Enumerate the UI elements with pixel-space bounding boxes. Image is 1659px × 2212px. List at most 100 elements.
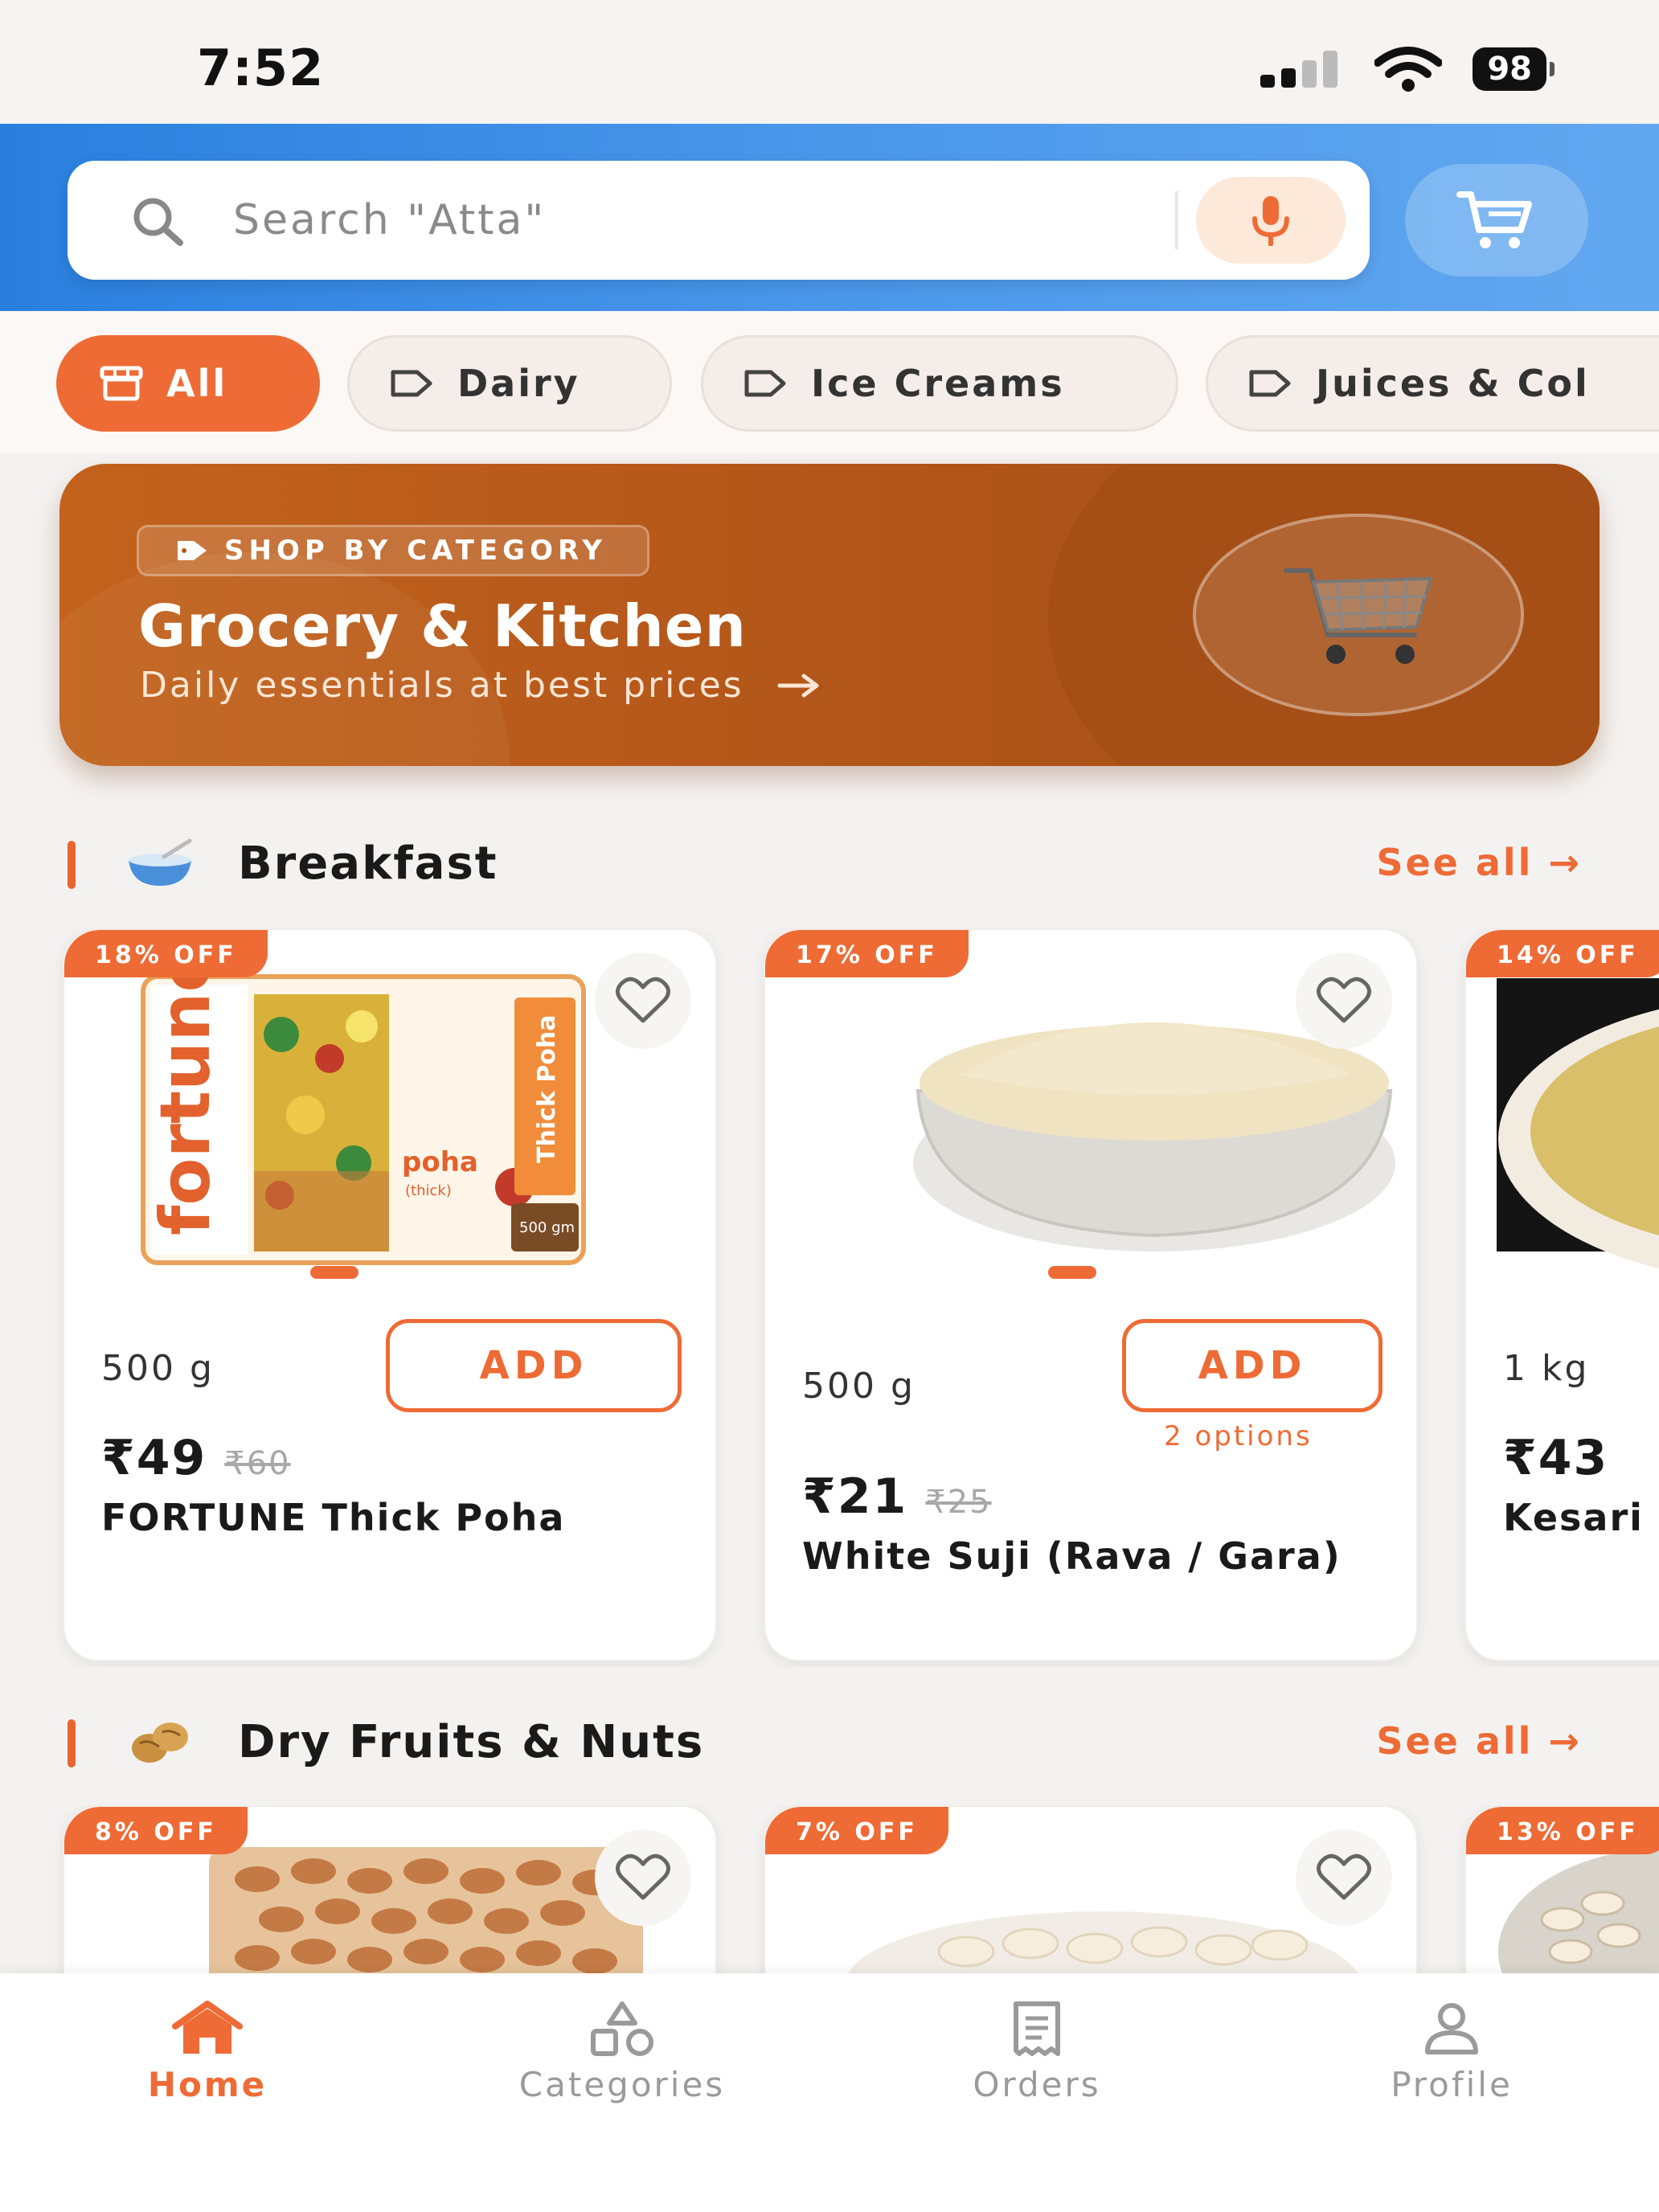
banner-cart-image [1193,514,1524,716]
chip-label: Juices & Col [1316,362,1590,405]
product-mrp: ₹25 [925,1484,992,1521]
chip-dairy[interactable]: Dairy [347,335,672,432]
cart-button[interactable] [1405,164,1588,276]
chip-ice-creams[interactable]: Ice Creams [701,335,1178,432]
search-divider [1175,191,1178,249]
battery-indicator: 98 [1473,47,1555,91]
see-all-dry-fruits[interactable]: See all → [1376,1719,1582,1763]
tag-icon [391,370,432,397]
categories-icon [591,2001,653,2056]
banner-subtitle: Daily essentials at best prices [140,665,821,706]
search-bar[interactable]: Search "Atta" [68,161,1370,280]
product-card[interactable]: fortune poha (thick) Thick Poha 500 gm 1… [63,928,717,1661]
chip-label: Ice Creams [811,362,1065,405]
wishlist-button[interactable] [595,1829,691,1926]
section-title: Dry Fruits & Nuts [238,1716,705,1768]
chip-label: All [166,362,228,405]
nav-orders[interactable]: Orders [884,2001,1190,2104]
wishlist-button[interactable] [1296,1829,1392,1926]
chip-juices[interactable]: Juices & Col [1206,335,1659,432]
section-title: Breakfast [238,838,498,890]
product-price: ₹21 ₹25 [802,1469,992,1525]
product-card[interactable]: 7% OFF [764,1805,1418,1973]
orders-icon [1014,2001,1060,2056]
breakfast-product-row: fortune poha (thick) Thick Poha 500 gm 1… [0,928,1659,1668]
status-bar: 7:52 98 [0,0,1659,124]
price-tag-icon [178,541,207,560]
chip-all[interactable]: All [56,335,320,432]
profile-icon [1425,2003,1478,2054]
product-price: ₹43 [1503,1430,1609,1486]
nav-label: Home [147,2065,268,2104]
product-price: ₹49 ₹60 [101,1430,291,1486]
category-banner[interactable]: SHOP BY CATEGORY Grocery & Kitchen Daily… [59,464,1600,766]
pack-variant-text: poha [402,1146,478,1178]
heart-icon [1317,1854,1371,1900]
product-name: FORTUNE Thick Poha [101,1496,566,1539]
shopping-cart-icon [1284,568,1433,664]
section-header-dry-fruits: Dry Fruits & Nuts See all → [0,1708,1659,1780]
bottom-nav: Home Categories Orders Profile [0,1973,1659,2212]
kesari-image [1497,978,1659,1269]
add-to-cart-button[interactable]: ADD [1122,1319,1382,1412]
home-icon [172,2001,243,2054]
banner-tag: SHOP BY CATEGORY [137,525,649,576]
product-card[interactable]: 13% OFF [1464,1805,1659,1973]
product-weight: 1 kg [1503,1348,1590,1389]
search-icon [133,198,183,246]
heart-icon [616,1854,670,1900]
dry-fruits-product-row: 8% OFF 7% OFF 13% OFF [0,1805,1659,1973]
status-icons: 98 [1260,47,1555,92]
wifi-icon [1374,47,1443,92]
add-to-cart-button[interactable]: ADD [386,1319,682,1412]
wishlist-button[interactable] [1296,952,1392,1049]
discount-badge: 17% OFF [765,930,969,977]
see-all-breakfast[interactable]: See all → [1376,841,1582,884]
image-carousel-dot [1048,1266,1096,1279]
status-time: 7:52 [197,39,325,97]
product-weight: 500 g [802,1366,916,1407]
chip-label: Dairy [457,362,580,405]
voice-search-button[interactable] [1196,177,1346,264]
nav-label: Categories [518,2065,726,2104]
pack-variant-sub-text: (thick) [405,1182,452,1199]
product-mrp: ₹60 [224,1445,291,1482]
options-count: 2 options [1164,1420,1313,1452]
store-icon [100,366,143,401]
wishlist-button[interactable] [595,952,691,1049]
section-header-breakfast: Breakfast See all → [0,830,1659,902]
product-image [1466,930,1659,1300]
product-name: Kesari [1503,1496,1644,1539]
banner-tag-label: SHOP BY CATEGORY [224,535,607,567]
pack-side-label: Thick Poha [533,1015,561,1163]
discount-badge: 14% OFF [1466,930,1659,977]
discount-badge: 13% OFF [1466,1807,1659,1854]
pack-brand-text: fortune [145,945,226,1235]
discount-badge: 7% OFF [765,1807,948,1854]
discount-badge: 8% OFF [64,1807,248,1854]
microphone-icon [1252,196,1289,246]
tag-icon [1249,370,1291,397]
banner-subtitle-text: Daily essentials at best prices [140,665,744,706]
cart-icon [1456,191,1532,248]
product-name: White Suji (Rava / Gara) [802,1534,1342,1578]
product-card[interactable]: 14% OFF 1 kg ₹43 Kesari [1464,928,1659,1661]
nav-profile[interactable]: Profile [1299,2001,1604,2104]
tag-icon [744,370,786,397]
product-card[interactable]: 17% OFF 500 g ADD 2 options ₹21 ₹25 White… [764,928,1418,1661]
cellular-signal-icon [1260,51,1338,88]
arrow-right-icon [777,674,819,697]
image-carousel-dot [310,1266,358,1279]
nav-categories[interactable]: Categories [469,2001,775,2104]
category-chip-bar: All Dairy Ice Creams Juices & Col [0,311,1659,453]
nav-home[interactable]: Home [55,2001,360,2104]
search-placeholder[interactable]: Search "Atta" [233,196,546,244]
heart-icon [616,977,670,1023]
discount-badge: 18% OFF [64,930,268,977]
heart-icon [1317,977,1371,1023]
peanut-icon [132,1722,188,1763]
pack-size-text: 500 gm [519,1219,575,1236]
nav-label: Profile [1391,2065,1513,2104]
banner-title: Grocery & Kitchen [138,592,747,660]
product-card[interactable]: 8% OFF [63,1805,717,1973]
